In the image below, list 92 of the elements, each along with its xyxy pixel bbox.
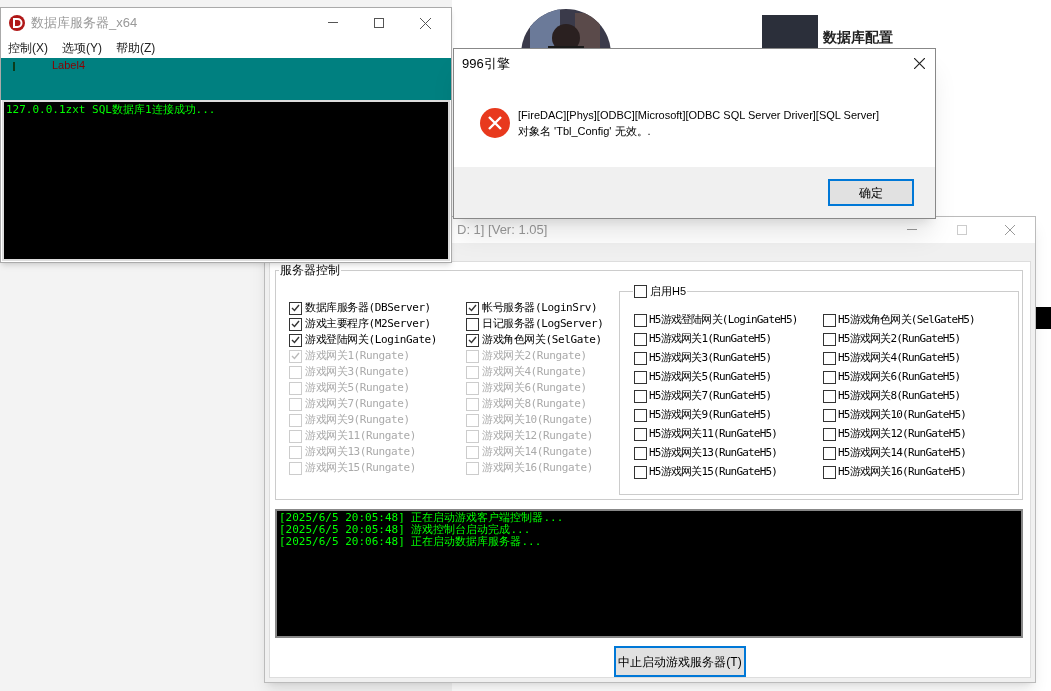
- checkbox-label: 游戏网关13(Rungate): [305, 443, 416, 460]
- checkbox-label: 游戏角色网关(SelGate): [482, 331, 602, 348]
- checkbox-label: H5游戏网关13(RunGateH5): [649, 445, 778, 462]
- checkbox[interactable]: [823, 390, 836, 403]
- stop-server-button[interactable]: 中止启动游戏服务器(T): [614, 646, 746, 677]
- checkbox-label: 启用H5: [650, 284, 687, 299]
- checkbox-label: H5游戏网关2(RunGateH5): [838, 331, 961, 348]
- checkbox-label: 游戏主要程序(M2Server): [305, 315, 431, 332]
- checkbox[interactable]: [289, 333, 302, 347]
- checkbox[interactable]: [823, 428, 836, 441]
- checkbox-label: H5游戏网关6(RunGateH5): [838, 369, 961, 386]
- checkbox-label: H5游戏网关16(RunGateH5): [838, 464, 967, 481]
- close-icon[interactable]: [420, 17, 431, 29]
- checkbox-label: 游戏网关15(Rungate): [305, 459, 416, 476]
- checkbox[interactable]: [466, 317, 479, 331]
- app-logo-icon: [9, 15, 25, 31]
- checkbox-label: 游戏网关11(Rungate): [305, 427, 416, 444]
- checkbox-label: H5游戏网关4(RunGateH5): [838, 350, 961, 367]
- checkbox-label: 游戏网关10(Rungate): [482, 411, 593, 428]
- checkbox-label: H5游戏登陆网关(LoginGateH5): [649, 312, 798, 329]
- checkbox[interactable]: [634, 314, 647, 327]
- checkbox-label: H5游戏网关10(RunGateH5): [838, 407, 967, 424]
- page-strip: [1036, 307, 1051, 329]
- checkbox-label: 游戏网关7(Rungate): [305, 395, 410, 412]
- cursor-icon: [13, 62, 15, 71]
- menu-item[interactable]: 帮助(Z): [116, 39, 156, 57]
- checkbox[interactable]: [466, 301, 479, 315]
- checkbox[interactable]: [634, 409, 647, 422]
- checkbox[interactable]: [634, 428, 647, 441]
- log-line: [2025/6/5 20:05:48] 游戏控制台启动完成...: [279, 524, 531, 536]
- window-title: 数据库服务器_x64: [31, 14, 138, 33]
- checkbox-label: H5游戏网关1(RunGateH5): [649, 331, 772, 348]
- checkbox-label: 游戏网关16(Rungate): [482, 459, 593, 476]
- checkbox[interactable]: [634, 390, 647, 403]
- maximize-icon[interactable]: [374, 18, 384, 28]
- checkbox[interactable]: [634, 371, 647, 384]
- checkbox-label: 帐号服务器(LoginSrv): [482, 299, 598, 316]
- checkbox-label: H5游戏网关11(RunGateH5): [649, 426, 778, 443]
- checkbox[interactable]: [634, 284, 647, 298]
- error-message: [FireDAC][Phys][ODBC][Microsoft][ODBC SQL Server Driver][SQL Server]: [518, 107, 880, 123]
- checkbox-label: 游戏网关5(Rungate): [305, 379, 410, 396]
- checkbox[interactable]: [823, 333, 836, 346]
- log-line: 127.0.0.1zxt SQL数据库1连接成功...: [6, 103, 217, 117]
- checkbox-label: H5游戏网关15(RunGateH5): [649, 464, 778, 481]
- window-title: D: 1] [Ver: 1.05]: [457, 221, 548, 240]
- checkbox-label: H5游戏网关14(RunGateH5): [838, 445, 967, 462]
- error-icon: [480, 107, 510, 138]
- checkbox-label: 游戏登陆网关(LoginGate): [305, 331, 438, 348]
- checkbox[interactable]: [466, 333, 479, 347]
- error-message: 对象名 'Tbl_Config' 无效。.: [518, 123, 652, 139]
- checkbox[interactable]: [289, 317, 302, 331]
- log-line: [2025/6/5 20:05:48] 正在启动游戏客户端控制器...: [279, 512, 565, 524]
- minimize-icon[interactable]: [328, 22, 338, 24]
- log-line: [2025/6/5 20:06:48] 正在启动数据库服务器...: [279, 536, 543, 548]
- checkbox[interactable]: [634, 447, 647, 460]
- checkbox[interactable]: [823, 447, 836, 460]
- checkbox[interactable]: [823, 314, 836, 327]
- ok-button[interactable]: 确定: [828, 179, 914, 206]
- menu-item[interactable]: 选项(Y): [62, 39, 102, 57]
- checkbox-label: H5游戏网关5(RunGateH5): [649, 369, 772, 386]
- sidebar-panel: [762, 15, 818, 50]
- status-label: Label4: [52, 59, 86, 72]
- checkbox-label: H5游戏网关8(RunGateH5): [838, 388, 961, 405]
- checkbox[interactable]: [634, 466, 647, 479]
- checkbox[interactable]: [823, 371, 836, 384]
- checkbox-label: 游戏网关12(Rungate): [482, 427, 593, 444]
- page-heading: 数据库配置: [823, 29, 893, 45]
- checkbox-label: 日记服务器(LogServer): [482, 315, 604, 332]
- checkbox-label: 数据库服务器(DBServer): [305, 299, 431, 316]
- checkbox-label: H5游戏网关9(RunGateH5): [649, 407, 772, 424]
- checkbox-label: 游戏网关1(Rungate): [305, 347, 410, 364]
- group-title: 服务器控制: [279, 263, 341, 277]
- checkbox-label: 游戏网关6(Rungate): [482, 379, 587, 396]
- checkbox-label: 游戏网关2(Rungate): [482, 347, 587, 364]
- checkbox-label: H5游戏网关12(RunGateH5): [838, 426, 967, 443]
- checkbox[interactable]: [823, 352, 836, 365]
- checkbox[interactable]: [634, 352, 647, 365]
- close-icon[interactable]: [914, 58, 925, 69]
- checkbox-label: H5游戏角色网关(SelGateH5): [838, 312, 975, 329]
- checkbox-label: H5游戏网关7(RunGateH5): [649, 388, 772, 405]
- menu-item[interactable]: 控制(X): [8, 39, 48, 57]
- checkbox-label: 游戏网关8(Rungate): [482, 395, 587, 412]
- checkbox[interactable]: [823, 466, 836, 479]
- checkbox[interactable]: [634, 333, 647, 346]
- checkbox-label: 游戏网关3(Rungate): [305, 363, 410, 380]
- checkbox-label: H5游戏网关3(RunGateH5): [649, 350, 772, 367]
- dialog-title: 996引擎: [462, 54, 510, 73]
- checkbox[interactable]: [823, 409, 836, 422]
- checkbox-label: 游戏网关9(Rungate): [305, 411, 410, 428]
- checkbox-label: 游戏网关14(Rungate): [482, 443, 593, 460]
- checkbox-label: 游戏网关4(Rungate): [482, 363, 587, 380]
- checkbox[interactable]: [289, 301, 302, 315]
